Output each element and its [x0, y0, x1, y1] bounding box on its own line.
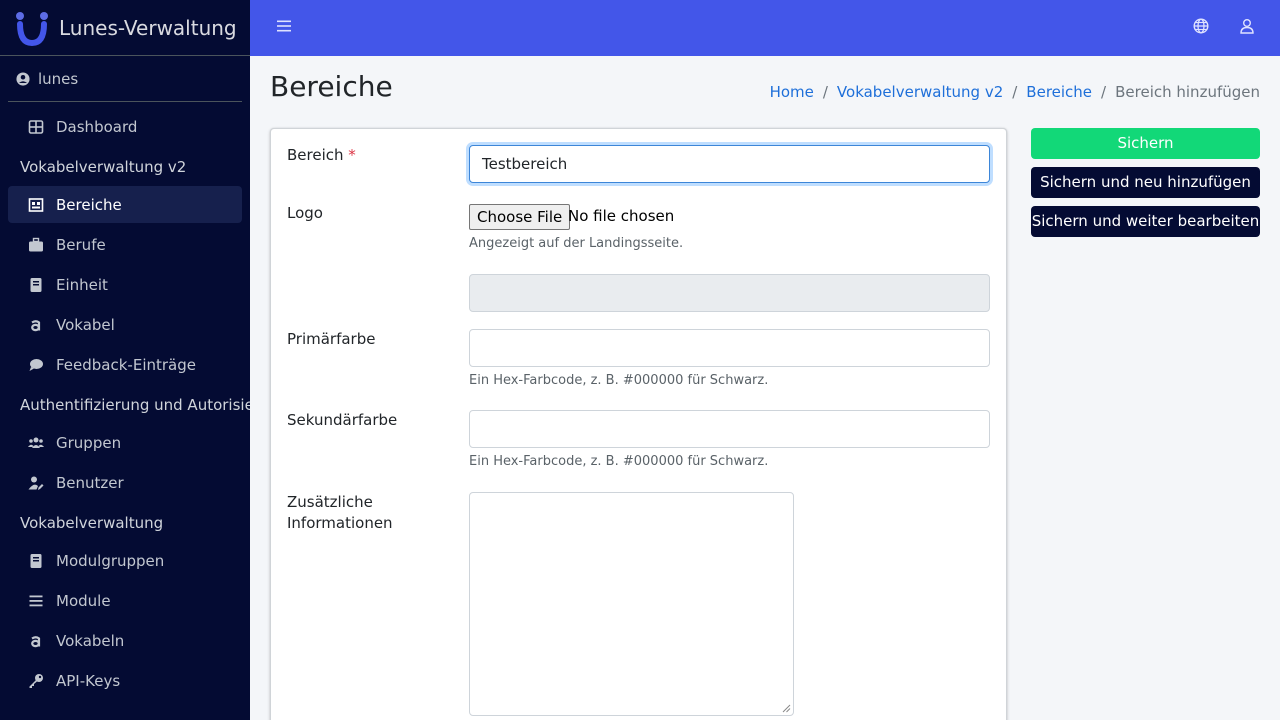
logo-label: Logo — [287, 204, 323, 222]
user-edit-icon — [28, 475, 44, 491]
info-textarea[interactable] — [469, 492, 794, 716]
breadcrumb-separator: / — [1012, 83, 1018, 101]
user-circle-icon — [16, 71, 30, 86]
user-panel[interactable]: lunes — [8, 56, 242, 102]
breadcrumb: Home / Vokabelverwaltung v2 / Bereiche /… — [770, 83, 1260, 101]
bereich-label-text: Bereich — [287, 146, 344, 164]
sidebar-item-gruppen[interactable]: Gruppen — [8, 424, 242, 461]
book-icon — [28, 553, 44, 569]
logo-help-text: Angezeigt auf der Landingsseite. — [469, 236, 684, 251]
sidebar-item-label: Dashboard — [56, 117, 138, 136]
sidebar-item-label: Gruppen — [56, 433, 122, 452]
secondary-color-input[interactable] — [469, 410, 990, 448]
breadcrumb-separator: / — [822, 83, 828, 101]
sidebar-nav: Dashboard Vokabelverwaltung v2 Bereiche … — [0, 102, 250, 699]
menu-toggle-icon[interactable] — [277, 19, 291, 33]
letter-a-icon — [28, 317, 44, 333]
language-globe-icon[interactable] — [1193, 18, 1209, 34]
breadcrumb-home[interactable]: Home — [770, 83, 814, 101]
sidebar-item-vokabel[interactable]: Vokabel — [8, 306, 242, 343]
sidebar-item-label: Module — [56, 591, 111, 610]
sidebar-item-label: Bereiche — [56, 195, 122, 214]
sidebar-item-label: Einheit — [56, 275, 108, 294]
topbar — [250, 0, 1280, 56]
info-label-line1: Zusätzliche — [287, 493, 373, 511]
dashboard-icon — [28, 119, 44, 135]
brand-name: Lunes-Verwaltung — [59, 15, 237, 40]
sidebar-item-label: Berufe — [56, 235, 106, 254]
secondary-color-help: Ein Hex-Farbcode, z. B. #000000 für Schw… — [469, 454, 769, 469]
sidebar-item-feedback[interactable]: Feedback-Einträge — [8, 346, 242, 383]
sidebar-item-module[interactable]: Module — [8, 582, 242, 619]
letter-a-icon — [28, 633, 44, 649]
resize-handle-icon[interactable] — [782, 704, 791, 713]
content-area: Bereiche Home / Vokabelverwaltung v2 / B… — [250, 56, 1280, 720]
info-label: Zusätzliche Informationen — [287, 492, 393, 534]
sidebar-item-label: Vokabeln — [56, 631, 125, 650]
sidebar-item-vokabeln[interactable]: Vokabeln — [8, 622, 242, 659]
briefcase-icon — [28, 237, 44, 253]
sidebar: Lunes-Verwaltung lunes Dashboard Vokabel… — [0, 0, 250, 720]
sidebar-item-label: API-Keys — [56, 671, 121, 690]
primary-color-help: Ein Hex-Farbcode, z. B. #000000 für Schw… — [469, 373, 769, 388]
sidebar-item-bereiche[interactable]: Bereiche — [8, 186, 242, 223]
key-icon — [28, 673, 44, 689]
bereich-input[interactable]: Testbereich — [469, 145, 990, 183]
comment-icon — [28, 357, 44, 373]
nav-header-vokabelverwaltung-v2: Vokabelverwaltung v2 — [20, 158, 187, 176]
page-title: Bereiche — [270, 70, 393, 103]
logo-preview-field — [469, 274, 990, 312]
secondary-color-label: Sekundärfarbe — [287, 411, 398, 429]
save-and-add-button[interactable]: Sichern und neu hinzufügen — [1031, 167, 1260, 198]
user-menu-icon[interactable] — [1239, 18, 1255, 34]
save-and-continue-button[interactable]: Sichern und weiter bearbeiten — [1031, 206, 1260, 237]
sidebar-item-api-keys[interactable]: API-Keys — [8, 662, 242, 699]
user-name: lunes — [38, 69, 79, 88]
save-button[interactable]: Sichern — [1031, 128, 1260, 159]
sidebar-item-label: Modulgruppen — [56, 551, 165, 570]
sidebar-item-einheit[interactable]: Einheit — [8, 266, 242, 303]
nav-header-vokabelverwaltung: Vokabelverwaltung — [20, 514, 164, 532]
sidebar-item-label: Vokabel — [56, 315, 115, 334]
book-icon — [28, 277, 44, 293]
sidebar-item-label: Benutzer — [56, 473, 124, 492]
sidebar-item-berufe[interactable]: Berufe — [8, 226, 242, 263]
nav-header-authentifizierung: Authentifizierung und Autorisierung — [20, 396, 250, 414]
sidebar-item-modulgruppen[interactable]: Modulgruppen — [8, 542, 242, 579]
file-status-text: No file chosen — [568, 207, 675, 225]
users-icon — [28, 435, 44, 451]
breadcrumb-vokabelverwaltung-v2[interactable]: Vokabelverwaltung v2 — [837, 83, 1003, 101]
brand-logo-icon — [16, 11, 48, 46]
breadcrumb-separator: / — [1101, 83, 1107, 101]
form-card: Bereich * Testbereich Logo Choose File N… — [270, 128, 1007, 720]
choose-file-button[interactable]: Choose File — [469, 204, 571, 230]
required-marker: * — [348, 146, 356, 164]
sidebar-item-dashboard[interactable]: Dashboard — [8, 108, 242, 145]
info-label-line2: Informationen — [287, 514, 393, 532]
gallery-icon — [28, 197, 44, 213]
bereich-label: Bereich * — [287, 145, 356, 166]
brand-link[interactable]: Lunes-Verwaltung — [0, 0, 250, 56]
list-icon — [28, 593, 44, 609]
sidebar-item-benutzer[interactable]: Benutzer — [8, 464, 242, 501]
sidebar-item-label: Feedback-Einträge — [56, 355, 196, 374]
primary-color-label: Primärfarbe — [287, 330, 376, 348]
breadcrumb-bereiche[interactable]: Bereiche — [1026, 83, 1092, 101]
breadcrumb-current: Bereich hinzufügen — [1115, 83, 1260, 101]
primary-color-input[interactable] — [469, 329, 990, 367]
